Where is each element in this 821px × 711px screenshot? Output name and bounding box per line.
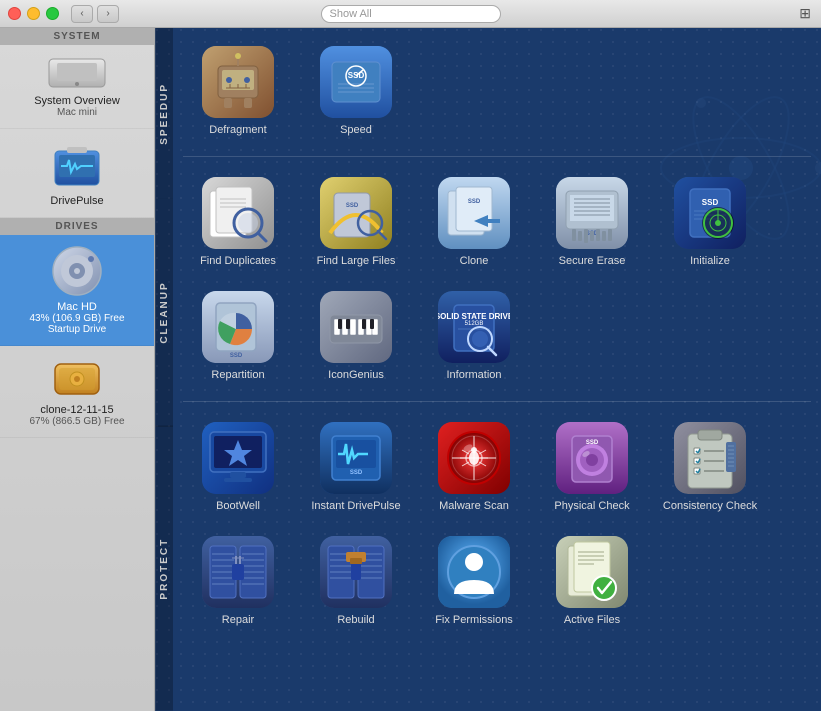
speedup-icons-grid: Defragment — [183, 38, 811, 144]
find-duplicates-label: Find Duplicates — [200, 255, 276, 267]
mac-hd-sublabel: 43% (106.9 GB) Free — [29, 313, 124, 324]
svg-text:SOLID STATE DRIVE: SOLID STATE DRIVE — [438, 312, 510, 321]
svg-text:SSD: SSD — [346, 203, 359, 209]
protect-label: PROTECT — [155, 426, 173, 711]
information-icon[interactable]: SOLID STATE DRIVE 512GB Information — [419, 283, 529, 389]
rebuild-icon[interactable]: Rebuild — [301, 528, 411, 634]
grid-view-icon[interactable]: ⊞ — [799, 5, 811, 22]
icongenius-icon[interactable]: IconGenius — [301, 283, 411, 389]
repartition-icon[interactable]: SSD Repartition — [183, 283, 293, 389]
drivepulse-sidebar-icon — [49, 139, 105, 191]
instant-drivepulse-icon[interactable]: SSD Instant DrivePulse — [301, 414, 411, 520]
secure-erase-icon[interactable]: SSD Secure Erase — [537, 169, 647, 275]
repartition-label: Repartition — [211, 369, 264, 381]
speed-icon[interactable]: SSD Speed — [301, 38, 411, 144]
clone-drive-sublabel: 67% (866.5 GB) Free — [29, 416, 124, 427]
system-overview-sublabel: Mac mini — [57, 107, 97, 118]
active-files-icon[interactable]: Active Files — [537, 528, 647, 634]
rebuild-label: Rebuild — [337, 614, 374, 626]
titlebar: ‹ › Show All ⊞ — [0, 0, 821, 28]
svg-text:SSD: SSD — [230, 353, 243, 359]
system-section-header: SYSTEM — [0, 28, 154, 45]
cleanup-icons-grid: Find Duplicates — [183, 169, 811, 389]
drives-section-header: DRIVES — [0, 218, 154, 235]
find-large-files-label: Find Large Files — [317, 255, 396, 267]
search-placeholder: Show All — [330, 8, 372, 20]
cleanup-section: Find Duplicates — [183, 169, 811, 402]
mac-hd-label: Mac HD — [57, 301, 97, 313]
active-files-label: Active Files — [564, 614, 620, 626]
mac-hd-icon — [51, 245, 103, 297]
clone-drive-label: clone-12-11-15 — [40, 404, 113, 416]
sidebar-item-mac-hd[interactable]: Mac HD 43% (106.9 GB) Free Startup Drive — [0, 235, 154, 346]
find-large-files-icon[interactable]: SSD Find Large Files — [301, 169, 411, 275]
physical-check-icon[interactable]: SSD Physical Check — [537, 414, 647, 520]
speed-label: Speed — [340, 124, 372, 136]
initialize-icon[interactable]: SSD Ini — [655, 169, 765, 275]
back-button[interactable]: ‹ — [71, 5, 93, 23]
clone-drive-icon — [51, 356, 103, 400]
maximize-button[interactable] — [46, 7, 59, 20]
main-content: SYSTEM System Overview Mac mini — [0, 28, 821, 711]
drivepulse-sidebar-label: DrivePulse — [50, 195, 103, 207]
svg-text:SSD: SSD — [468, 199, 481, 205]
mac-mini-icon — [47, 55, 107, 91]
clone-icon[interactable]: SSD Clone — [419, 169, 529, 275]
sidebar-item-drivepulse[interactable]: DrivePulse — [0, 129, 154, 218]
fix-permissions-label: Fix Permissions — [435, 614, 513, 626]
svg-text:SSD: SSD — [586, 440, 599, 446]
repair-label: Repair — [222, 614, 254, 626]
svg-text:SSD: SSD — [702, 198, 719, 207]
malware-scan-label: Malware Scan — [439, 500, 509, 512]
svg-text:SSD: SSD — [350, 470, 363, 476]
icons-area: Defragment — [173, 28, 821, 711]
nav-buttons: ‹ › — [71, 5, 119, 23]
malware-scan-icon[interactable]: Malware Scan — [419, 414, 529, 520]
sidebar-item-clone-drive[interactable]: clone-12-11-15 67% (866.5 GB) Free — [0, 346, 154, 438]
speedup-label: SPEEDUP — [155, 28, 173, 199]
information-label: Information — [446, 369, 501, 381]
consistency-check-label: Consistency Check — [663, 500, 757, 512]
icongenius-label: IconGenius — [328, 369, 384, 381]
protect-icons-grid: BootWell — [183, 414, 811, 634]
forward-button[interactable]: › — [97, 5, 119, 23]
bootwell-icon[interactable]: BootWell — [183, 414, 293, 520]
minimize-button[interactable] — [27, 7, 40, 20]
clone-label: Clone — [460, 255, 489, 267]
repair-icon[interactable]: Repair — [183, 528, 293, 634]
protect-section: BootWell — [183, 414, 811, 644]
traffic-lights — [8, 7, 59, 20]
close-button[interactable] — [8, 7, 21, 20]
secure-erase-label: Secure Erase — [559, 255, 626, 267]
instant-drivepulse-label: Instant DrivePulse — [311, 500, 400, 512]
section-labels: SPEEDUP CLEANUP PROTECT — [155, 28, 173, 711]
fix-permissions-icon[interactable]: Fix Permissions — [419, 528, 529, 634]
cleanup-label: CLEANUP — [155, 199, 173, 427]
defragment-label: Defragment — [209, 124, 266, 136]
system-overview-label: System Overview — [34, 95, 120, 107]
search-bar[interactable]: Show All — [321, 5, 501, 23]
right-panel: SPEEDUP CLEANUP PROTECT — [155, 28, 821, 711]
speedup-section: Defragment — [183, 38, 811, 157]
sidebar: SYSTEM System Overview Mac mini — [0, 28, 155, 711]
sidebar-item-system-overview[interactable]: System Overview Mac mini — [0, 45, 154, 129]
consistency-check-icon[interactable]: Consistency Check — [655, 414, 765, 520]
find-duplicates-icon[interactable]: Find Duplicates — [183, 169, 293, 275]
mac-hd-startup-label: Startup Drive — [48, 324, 106, 335]
physical-check-label: Physical Check — [554, 500, 629, 512]
defragment-icon[interactable]: Defragment — [183, 38, 293, 144]
bootwell-label: BootWell — [216, 500, 260, 512]
initialize-label: Initialize — [690, 255, 730, 267]
